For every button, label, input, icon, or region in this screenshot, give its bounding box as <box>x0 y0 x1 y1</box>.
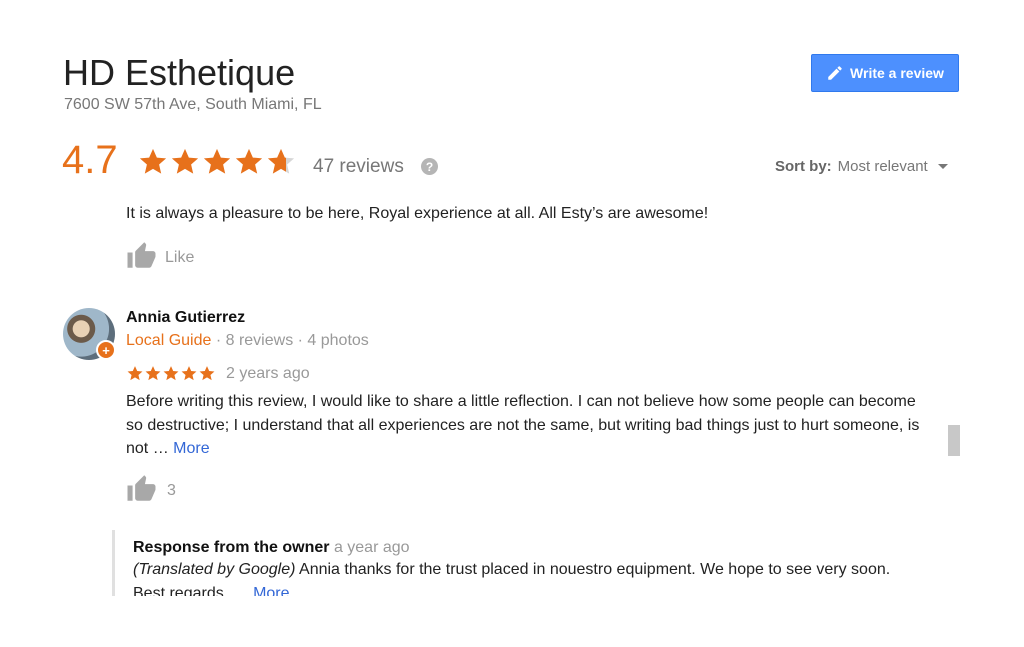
sort-dropdown[interactable]: Sort by: Most relevant <box>775 158 948 175</box>
owner-response-header: Response from the owner a year ago <box>133 539 912 557</box>
star-icon <box>199 366 215 381</box>
pencil-icon <box>828 66 842 80</box>
star-icon <box>127 366 143 381</box>
business-address: 7600 SW 57th Ave, South Miami, FL <box>64 96 322 113</box>
caret-down-icon <box>937 164 948 169</box>
write-review-label: Write a review <box>850 65 944 81</box>
star-icon <box>145 366 161 381</box>
write-review-button[interactable]: Write a review <box>811 54 959 92</box>
translated-label: (Translated by Google) <box>133 561 296 578</box>
star-icon <box>181 366 197 381</box>
reviews-count[interactable]: 47 reviews <box>313 156 404 178</box>
owner-more-link[interactable]: More <box>253 585 289 597</box>
review-text-prev: It is always a pleasure to be here, Roya… <box>126 205 709 222</box>
thumbs-up-icon <box>126 241 157 274</box>
local-guide-label: Local Guide <box>126 332 212 349</box>
review-time: 2 years ago <box>226 365 310 382</box>
like-button[interactable]: Like <box>126 241 194 274</box>
owner-response-title: Response from the owner <box>133 539 330 556</box>
scrollbar-thumb[interactable] <box>948 425 960 456</box>
rating-stars <box>137 147 297 177</box>
business-name: HD Esthetique <box>63 52 296 93</box>
reviewer-meta: Local Guide · 8 reviews · 4 photos <box>126 332 369 350</box>
star-icon <box>203 148 231 174</box>
review-author[interactable]: Annia Gutierrez <box>126 309 245 327</box>
like-count: 3 <box>167 481 176 499</box>
review-text-content: Before writing this review, I would like… <box>126 393 920 457</box>
owner-response-text: (Translated by Google) Annia thanks for … <box>133 558 912 596</box>
review-stars <box>126 365 216 382</box>
local-guide-badge-icon: + <box>96 340 116 360</box>
rating-value: 4.7 <box>62 138 118 182</box>
help-icon[interactable]: ? <box>421 158 438 175</box>
like-label: Like <box>165 248 195 266</box>
star-icon <box>139 148 167 174</box>
review-text: Before writing this review, I would like… <box>126 390 926 461</box>
sort-value: Most relevant <box>837 158 928 175</box>
review-like-button[interactable]: 3 <box>126 474 176 507</box>
owner-response-time: a year ago <box>333 539 410 556</box>
star-icon <box>171 148 199 174</box>
reviewer-stats: · 8 reviews · 4 photos <box>211 332 369 349</box>
star-icon <box>163 366 179 381</box>
more-link[interactable]: More <box>173 440 209 457</box>
thumbs-up-icon <box>126 474 157 507</box>
star-icon <box>235 148 263 174</box>
owner-response: Response from the owner a year ago (Tran… <box>112 530 912 596</box>
star-icon <box>267 148 295 174</box>
sort-label: Sort by: <box>775 158 832 175</box>
